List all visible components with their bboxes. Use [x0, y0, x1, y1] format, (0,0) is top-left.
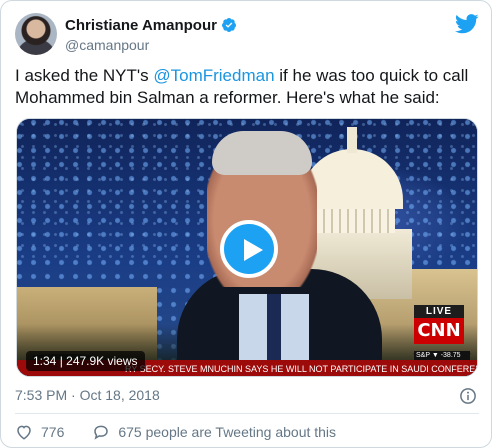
verified-badge-icon — [221, 18, 236, 32]
tweet-card: Christiane Amanpour @camanpour I asked t… — [0, 0, 492, 448]
user-handle[interactable]: @camanpour — [65, 37, 237, 53]
capitol-cupola — [347, 127, 357, 153]
person-hair — [212, 131, 312, 175]
play-button[interactable] — [220, 220, 278, 278]
twitter-bird-icon[interactable] — [455, 13, 479, 35]
tweet-text: I asked the NYT's @TomFriedman if he was… — [15, 65, 481, 109]
divider — [15, 413, 479, 414]
name-row: Christiane Amanpour — [65, 15, 237, 35]
info-icon[interactable] — [459, 387, 477, 405]
conversation-button[interactable]: 675 people are Tweeting about this — [92, 423, 336, 441]
live-label: LIVE — [414, 305, 464, 318]
conversation-label: 675 people are Tweeting about this — [118, 424, 337, 440]
display-name[interactable]: Christiane Amanpour — [65, 17, 217, 34]
cnn-logo: CNN — [414, 318, 464, 344]
like-count: 776 — [41, 424, 65, 440]
cnn-live-logo: LIVE CNN — [414, 305, 464, 353]
mention-link[interactable]: @TomFriedman — [153, 66, 274, 85]
like-button[interactable]: 776 — [15, 423, 64, 441]
video-player[interactable]: LIVE CNN S&P ▼ -38.75 RY SECY. STEVE MNU… — [16, 118, 478, 377]
tweet-timestamp[interactable]: 7:53 PM · Oct 18, 2018 — [15, 387, 160, 403]
heart-icon — [17, 425, 31, 440]
tweet-text-prefix: I asked the NYT's — [15, 66, 154, 85]
speech-bubble-icon — [94, 425, 109, 440]
user-info[interactable]: Christiane Amanpour @camanpour — [65, 15, 237, 53]
tweet-header: Christiane Amanpour @camanpour — [15, 13, 479, 57]
play-icon — [244, 239, 263, 261]
tweet-actions: 776 675 people are Tweeting about this — [15, 421, 336, 443]
avatar[interactable] — [15, 13, 57, 55]
video-duration-views-badge: 1:34 | 247.9K views — [26, 351, 145, 371]
